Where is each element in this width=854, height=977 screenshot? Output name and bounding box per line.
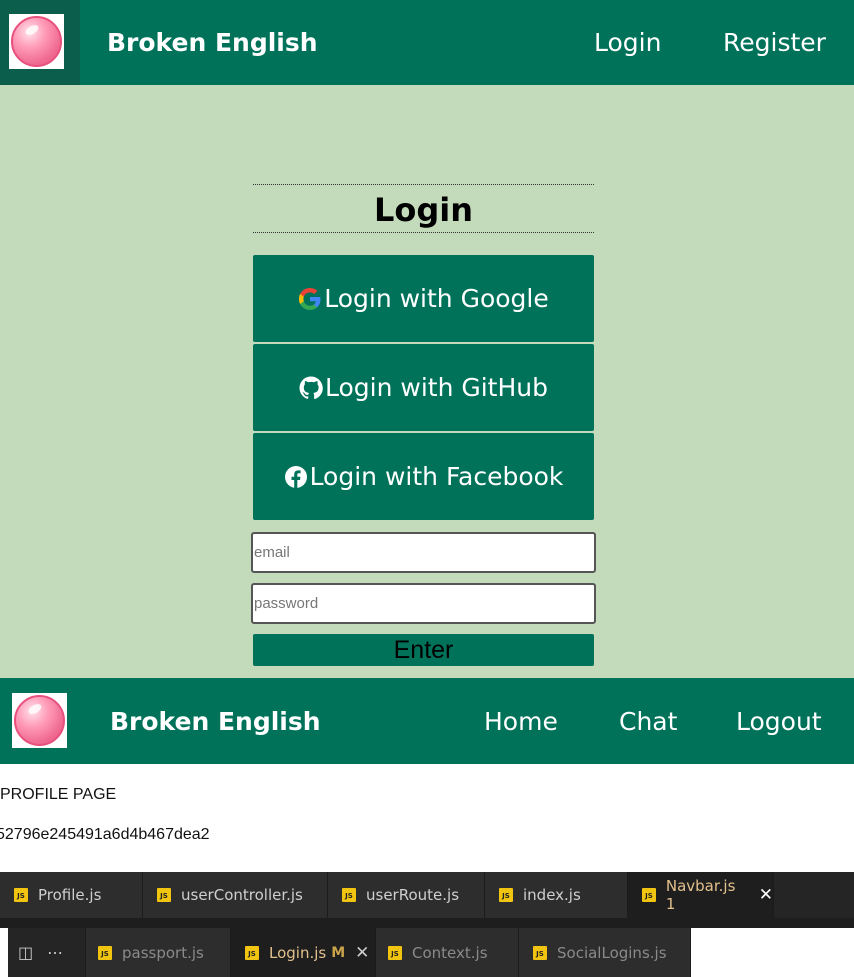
profile-heading: PROFILE PAGE: [0, 786, 117, 803]
split-editor-icon[interactable]: ◫: [18, 943, 33, 962]
brand-title[interactable]: Broken English: [110, 707, 321, 736]
enter-button[interactable]: Enter: [253, 634, 594, 666]
password-field[interactable]: password: [251, 583, 596, 624]
email-field[interactable]: email: [251, 532, 596, 573]
more-actions-icon[interactable]: ⋯: [47, 943, 63, 962]
tab-label: index.js: [523, 886, 581, 904]
modified-indicator: M: [331, 944, 346, 961]
close-icon[interactable]: ✕: [759, 885, 773, 905]
brand-title[interactable]: Broken English: [107, 28, 318, 57]
tab-sociallogins-js[interactable]: JS SocialLogins.js: [519, 928, 691, 977]
tab-usercontroller-js[interactable]: JS userController.js: [143, 872, 328, 918]
tab-label: Profile.js: [38, 886, 102, 904]
tab-label: userRoute.js: [366, 886, 460, 904]
tab-passport-js[interactable]: JS passport.js: [86, 928, 231, 977]
tab-navbar-js[interactable]: JS Navbar.js 1 ✕: [628, 872, 774, 918]
nav-link-logout[interactable]: Logout: [736, 707, 822, 736]
js-file-icon: JS: [342, 888, 356, 902]
js-file-icon: JS: [245, 945, 259, 960]
user-id-text: 52796e245491a6d4b467dea2: [0, 826, 210, 843]
js-file-icon: JS: [499, 888, 513, 902]
js-file-icon: JS: [98, 945, 112, 960]
tab-context-js[interactable]: JS Context.js: [376, 928, 519, 977]
logo-container: [0, 0, 80, 85]
tab-login-js[interactable]: JS Login.js M ✕: [231, 928, 376, 977]
profile-navbar: Broken English Home Chat Logout: [0, 678, 854, 764]
tab-index-js[interactable]: JS index.js: [485, 872, 628, 918]
facebook-login-label: Login with Facebook: [309, 462, 564, 491]
editor-actions: ◫ ⋯: [8, 928, 86, 977]
editor-tab-bar: JS Profile.js JS userController.js JS us…: [0, 872, 854, 918]
tab-userroute-js[interactable]: JS userRoute.js: [328, 872, 485, 918]
js-file-icon: JS: [388, 945, 402, 960]
bubble-logo-icon[interactable]: [12, 693, 67, 748]
google-login-label: Login with Google: [324, 284, 549, 313]
github-icon: [299, 376, 323, 399]
tab-label: Context.js: [412, 943, 488, 962]
editor-tab-bar-secondary: ◫ ⋯ JS passport.js JS Login.js M ✕ JS Co…: [8, 928, 691, 977]
github-login-button[interactable]: Login with GitHub: [253, 344, 594, 431]
tab-label: userController.js: [181, 886, 303, 904]
tab-label: passport.js: [122, 943, 204, 962]
google-icon: [299, 287, 321, 310]
tab-profile-js[interactable]: JS Profile.js: [0, 872, 143, 918]
js-file-icon: JS: [157, 888, 171, 902]
nav-link-login[interactable]: Login: [594, 28, 661, 57]
tab-label: Login.js: [269, 943, 327, 962]
breadcrumb: [0, 918, 854, 928]
js-file-icon: JS: [14, 888, 28, 902]
top-navbar: Broken English Login Register: [0, 0, 854, 85]
nav-link-home[interactable]: Home: [484, 707, 558, 736]
tab-label: SocialLogins.js: [557, 943, 667, 962]
tab-label: Navbar.js 1: [665, 877, 736, 913]
nav-link-chat[interactable]: Chat: [619, 707, 677, 736]
login-title: Login: [253, 184, 594, 233]
facebook-login-button[interactable]: Login with Facebook: [253, 433, 594, 520]
js-file-icon: JS: [533, 945, 547, 960]
nav-link-register[interactable]: Register: [723, 28, 826, 57]
facebook-icon: [284, 465, 307, 488]
js-file-icon: JS: [642, 888, 656, 902]
github-login-label: Login with GitHub: [324, 373, 548, 402]
google-login-button[interactable]: Login with Google: [253, 255, 594, 342]
close-icon[interactable]: ✕: [355, 943, 369, 963]
bubble-logo-icon[interactable]: [9, 14, 64, 69]
